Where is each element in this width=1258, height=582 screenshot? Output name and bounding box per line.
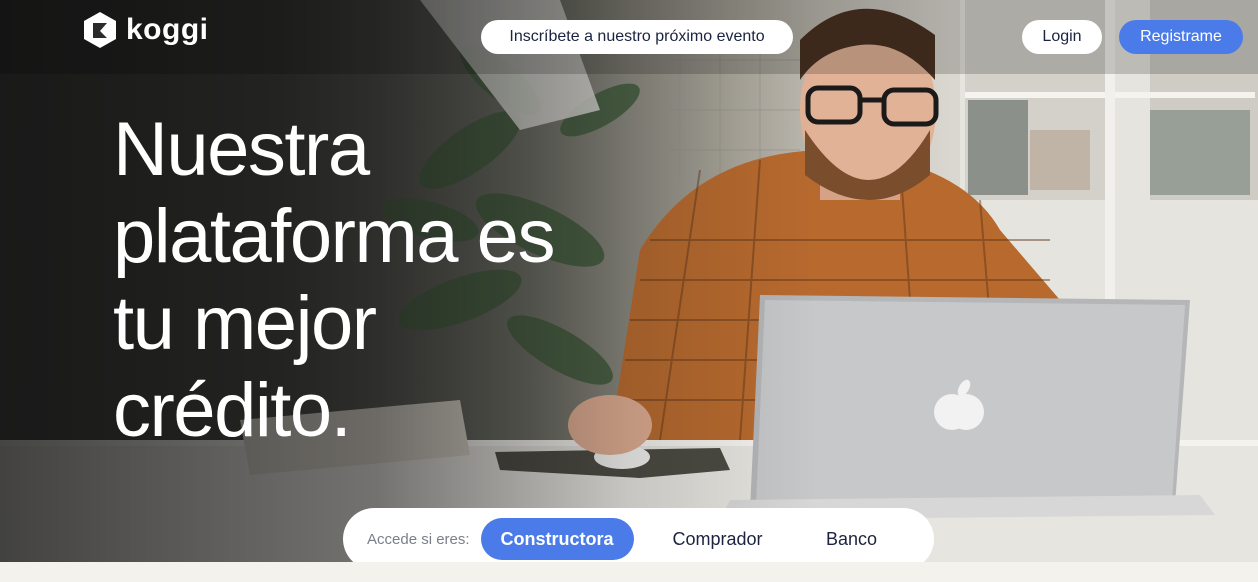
page-bottom-strip: [0, 562, 1258, 582]
access-role-selector: Accede si eres: Constructora Comprador B…: [343, 508, 934, 570]
role-banco-button[interactable]: Banco: [802, 518, 902, 560]
role-constructora-button[interactable]: Constructora: [480, 518, 634, 560]
koggi-logo[interactable]: koggi: [80, 10, 209, 50]
hero-headline-line-3: tu mejor: [113, 281, 377, 366]
login-button[interactable]: Login: [1022, 20, 1102, 54]
hero-headline: Nuestra plataforma es tu mejor crédito.: [113, 106, 673, 454]
access-label: Accede si eres:: [367, 530, 470, 548]
hero-section: koggi Inscríbete a nuestro próximo event…: [0, 0, 1258, 562]
event-signup-button[interactable]: Inscríbete a nuestro próximo evento: [481, 20, 793, 54]
hero-headline-line-2: plataforma es: [113, 194, 555, 279]
hero-headline-line-4: crédito.: [113, 368, 352, 453]
koggi-logo-icon: [84, 12, 116, 48]
hero-headline-line-1: Nuestra: [113, 107, 370, 192]
role-comprador-button[interactable]: Comprador: [634, 518, 802, 560]
register-button[interactable]: Registrame: [1119, 20, 1243, 54]
logo-text: koggi: [126, 13, 209, 46]
